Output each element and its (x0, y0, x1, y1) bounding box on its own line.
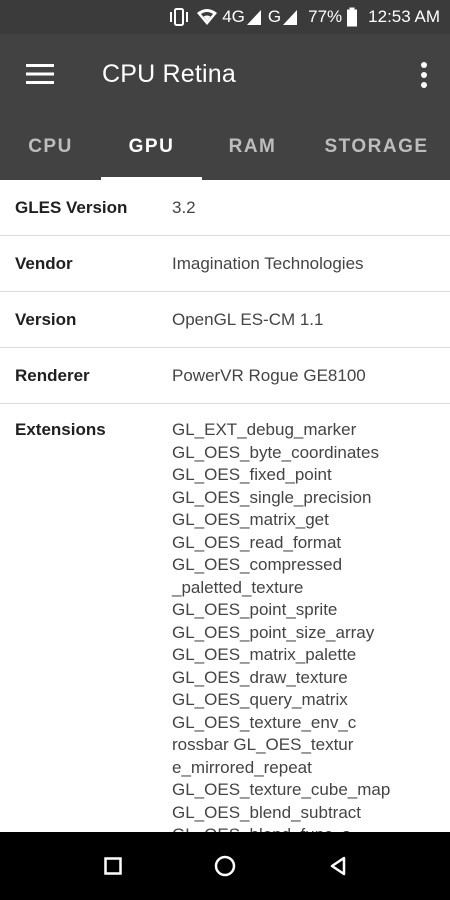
row-value: 3.2 (172, 197, 196, 217)
info-row-gles-version: GLES Version 3.2 (0, 180, 450, 236)
app-bar: CPU Retina (0, 34, 450, 114)
vibrate-icon (168, 8, 190, 26)
signal-icon (282, 8, 298, 26)
recent-apps-icon[interactable] (97, 850, 129, 882)
info-row-version: Version OpenGL ES-CM 1.1 (0, 292, 450, 348)
extension-line: GL_OES_matrix_get (172, 510, 329, 529)
row-value: PowerVR Rogue GE8100 (172, 365, 366, 385)
extension-line: GL_OES_fixed_point (172, 465, 332, 484)
tab-cpu[interactable]: CPU (0, 114, 101, 180)
extension-line: GL_OES_read_format (172, 532, 342, 552)
info-row-extensions: Extensions GL_EXT_debug_marker GL_OES_by… (0, 404, 450, 832)
network-4g-label: 4G (222, 7, 245, 26)
extensions-list: GL_EXT_debug_marker GL_OES_byte_coordina… (172, 419, 450, 832)
extension-line: GL_OES_texture_env_c (172, 712, 357, 732)
info-row-renderer: Renderer PowerVR Rogue GE8100 (0, 348, 450, 404)
tab-gpu[interactable]: GPU (101, 114, 202, 180)
extension-line: GL_OES_compressed (172, 555, 343, 574)
signal-icon (246, 8, 262, 26)
extension-line: GL_OES_point_sprite (172, 600, 338, 619)
row-value: Imagination Technologies (172, 253, 364, 273)
extension-line: GL_OES_blend_subtract (172, 802, 362, 822)
extension-line: e_mirrored_repeat (172, 757, 312, 777)
extension-line: GL_OES_query_matrix (172, 690, 348, 709)
extension-line: GL_EXT_debug_marker (172, 420, 357, 439)
tab-ram[interactable]: RAM (202, 114, 303, 180)
row-label: Vendor (15, 253, 73, 273)
row-value: OpenGL ES-CM 1.1 (172, 309, 324, 329)
back-icon[interactable] (322, 850, 354, 882)
info-row-vendor: Vendor Imagination Technologies (0, 236, 450, 292)
status-bar: 4G G 77% 12:53 AM (0, 0, 450, 34)
hamburger-menu-icon[interactable] (0, 34, 80, 114)
network-g-label: G (267, 7, 282, 26)
gpu-info-list[interactable]: GLES Version 3.2 Vendor Imagination Tech… (0, 180, 450, 832)
extension-line: GL_OES_blend_func_s (172, 824, 444, 832)
battery-percentage: 77% (308, 7, 343, 26)
battery-icon (346, 7, 358, 27)
extension-line: rossbar GL_OES_textur (172, 735, 354, 754)
extension-line: GL_OES_matrix_palette (172, 645, 357, 664)
row-label: GLES Version (15, 197, 128, 217)
extension-line: GL_OES_draw_texture (172, 667, 348, 687)
more-vertical-icon[interactable] (414, 58, 434, 92)
row-label: Renderer (15, 365, 90, 385)
extension-line: _paletted_texture (172, 577, 304, 597)
row-label: Version (15, 309, 77, 329)
extension-line: GL_OES_texture_cube_map (172, 780, 391, 799)
tab-bar: CPU GPU RAM STORAGE (0, 114, 450, 180)
wifi-icon (196, 8, 218, 26)
home-icon[interactable] (209, 850, 241, 882)
navigation-bar (0, 832, 450, 900)
tab-storage[interactable]: STORAGE (303, 114, 450, 180)
extension-line: GL_OES_byte_coordinates (172, 442, 379, 462)
app-title: CPU Retina (102, 59, 236, 88)
extension-line: GL_OES_point_size_array (172, 622, 375, 642)
extension-line: GL_OES_single_precision (172, 487, 372, 507)
row-label: Extensions (15, 420, 106, 439)
clock: 12:53 AM (368, 7, 440, 26)
